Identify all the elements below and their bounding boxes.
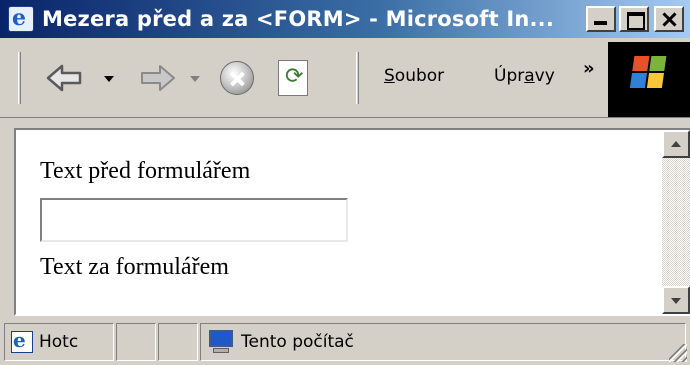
status-panel-progress: [116, 323, 156, 361]
text-input-field[interactable]: [40, 198, 348, 242]
window-controls: [586, 6, 684, 32]
minimize-button[interactable]: [586, 6, 616, 32]
toolbar-separator: [356, 52, 359, 104]
menu-more-chevron[interactable]: »: [583, 58, 595, 79]
status-panel-zone: Tento počítač: [200, 323, 686, 361]
toolbar-grip[interactable]: [18, 52, 21, 104]
content-frame: Text před formulářem Text za formulářem: [14, 128, 690, 316]
vertical-scrollbar[interactable]: [662, 130, 690, 314]
close-button[interactable]: [654, 6, 684, 32]
text-after-form: Text za formulářem: [40, 254, 229, 280]
text-before-form: Text před formulářem: [40, 158, 251, 184]
status-panel-lock: [158, 323, 198, 361]
menu-upravy[interactable]: Úpravy: [494, 66, 555, 86]
stop-icon[interactable]: [220, 61, 254, 95]
back-dropdown-icon[interactable]: [104, 76, 114, 82]
toolbar: ⟳ Soubor Úpravy »: [0, 38, 690, 118]
status-panel-main: e Hotc: [4, 323, 114, 361]
resize-grip[interactable]: [669, 344, 687, 362]
web-page: Text před formulářem Text za formulářem: [16, 130, 664, 314]
ie-page-icon[interactable]: e: [8, 5, 34, 32]
window-title: Mezera před a za <FORM> - Microsoft In..…: [42, 7, 555, 31]
title-bar[interactable]: e Mezera před a za <FORM> - Microsoft In…: [0, 0, 690, 38]
status-bar: e Hotc Tento počítač: [0, 318, 690, 365]
back-icon[interactable]: [44, 58, 84, 98]
refresh-icon[interactable]: ⟳: [278, 60, 308, 96]
maximize-button[interactable]: [619, 6, 649, 32]
menu-soubor[interactable]: Soubor: [384, 66, 444, 86]
forward-icon[interactable]: [138, 58, 178, 98]
scroll-down-button[interactable]: [662, 286, 690, 314]
ie-status-icon: e: [11, 328, 33, 353]
zone-text: Tento počítač: [241, 332, 354, 352]
status-text: Hotc: [39, 332, 79, 352]
windows-logo: [608, 42, 690, 117]
forward-dropdown-icon[interactable]: [190, 76, 200, 82]
computer-icon: [207, 330, 235, 354]
scroll-up-button[interactable]: [662, 130, 690, 158]
browser-window: e Mezera před a za <FORM> - Microsoft In…: [0, 0, 690, 365]
